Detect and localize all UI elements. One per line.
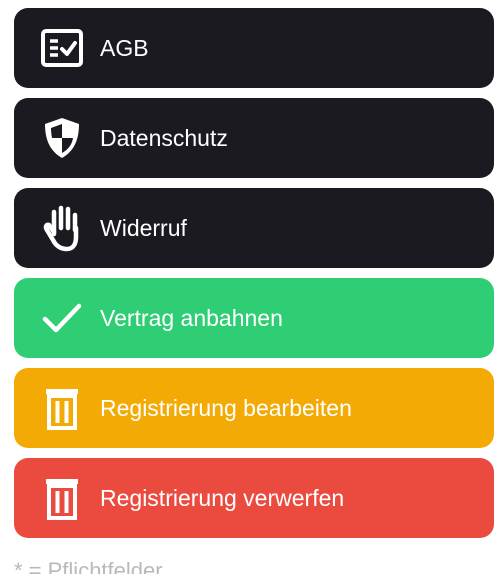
checkmark-icon xyxy=(38,294,86,342)
registrierung-verwerfen-button[interactable]: Registrierung verwerfen xyxy=(14,458,494,538)
vertrag-anbahnen-button[interactable]: Vertrag anbahnen xyxy=(14,278,494,358)
required-fields-note: * = Pflichtfelder xyxy=(14,558,163,574)
vertrag-anbahnen-label: Vertrag anbahnen xyxy=(100,304,283,331)
datenschutz-label: Datenschutz xyxy=(100,124,228,151)
trash-icon xyxy=(38,384,86,432)
trash-icon xyxy=(38,474,86,522)
registrierung-bearbeiten-label: Registrierung bearbeiten xyxy=(100,394,352,421)
widerruf-button[interactable]: Widerruf xyxy=(14,188,494,268)
registrierung-verwerfen-label: Registrierung verwerfen xyxy=(100,484,345,511)
hand-stop-icon xyxy=(38,204,86,252)
datenschutz-button[interactable]: Datenschutz xyxy=(14,98,494,178)
agb-button[interactable]: AGB xyxy=(14,8,494,88)
agb-label: AGB xyxy=(100,34,149,61)
action-button-list: AGB Datenschutz Widerruf Vertrag anbahne… xyxy=(14,8,494,548)
widerruf-label: Widerruf xyxy=(100,214,187,241)
checklist-icon xyxy=(38,24,86,72)
shield-icon xyxy=(38,114,86,162)
registrierung-bearbeiten-button[interactable]: Registrierung bearbeiten xyxy=(14,368,494,448)
